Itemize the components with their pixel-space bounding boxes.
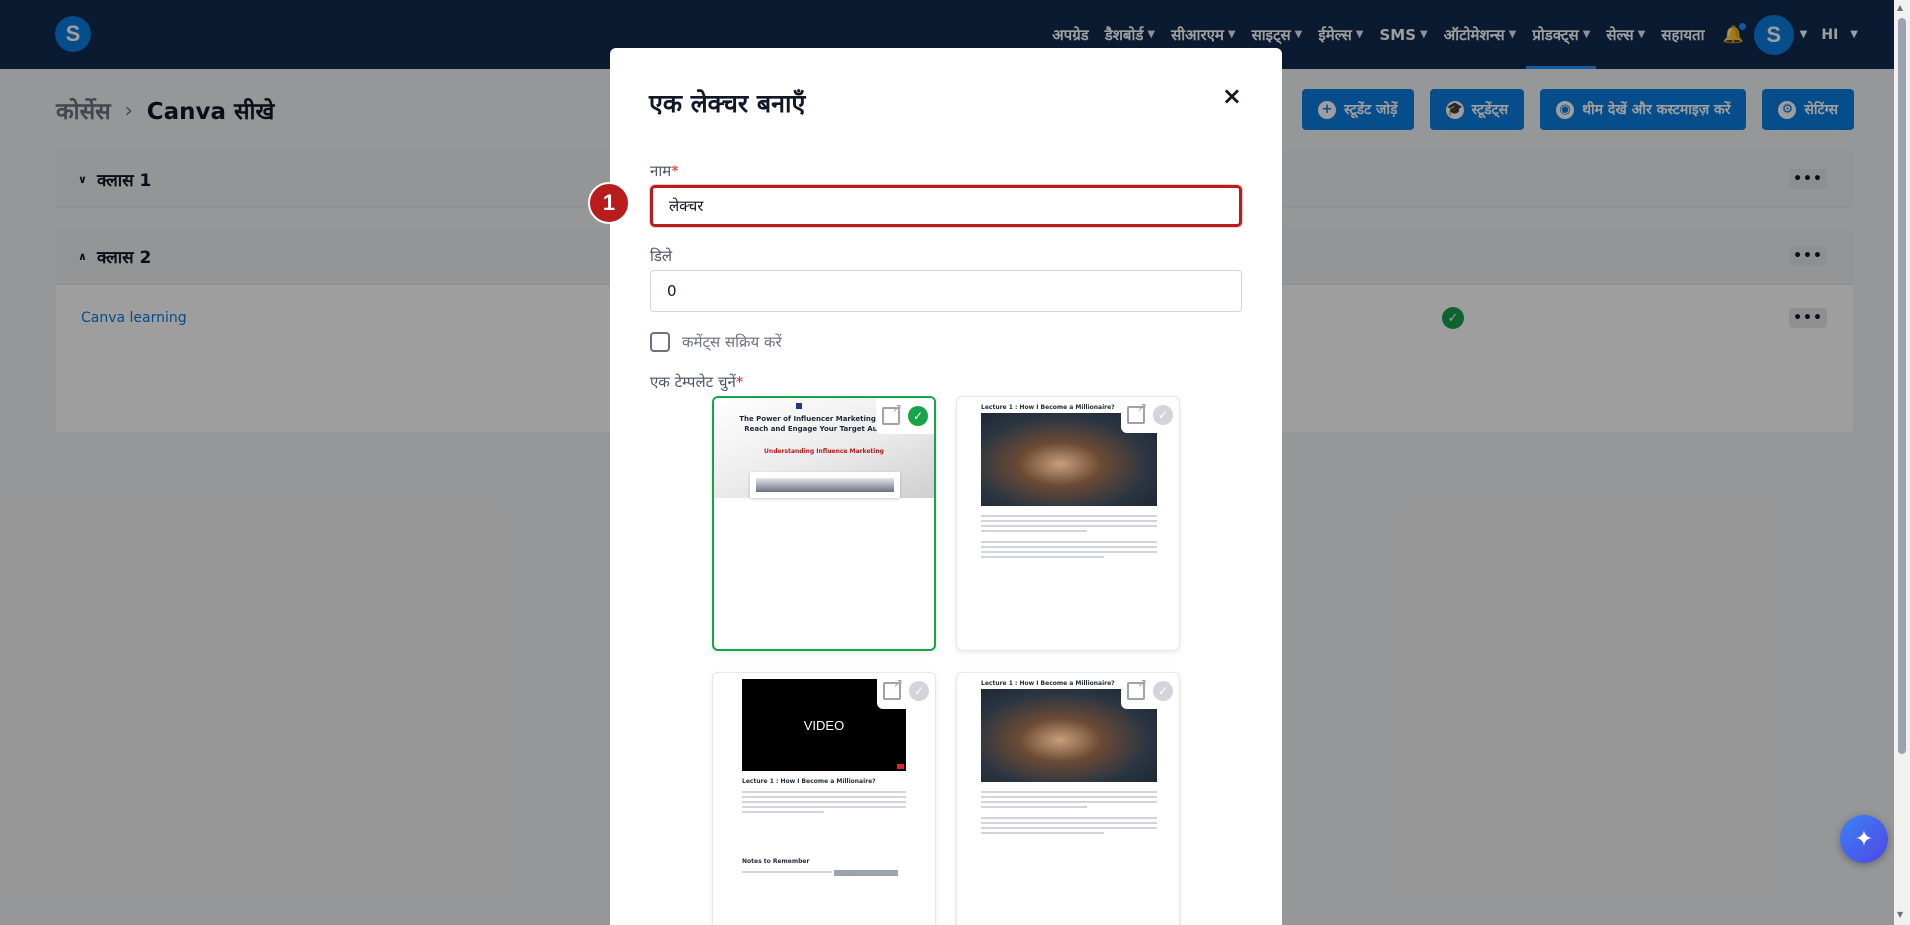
template-heading: Lecture 1 : How I Become a Millionaire? xyxy=(981,404,1115,411)
modal-title: एक लेक्चर बनाएँ xyxy=(649,89,806,118)
comments-label: कमेंट्स सक्रिय करें xyxy=(682,333,782,351)
template-actions: ✓ xyxy=(1121,673,1179,709)
template-notes-heading: Notes to Remember xyxy=(742,858,810,865)
required-mark: * xyxy=(671,162,679,180)
step-badge: 1 xyxy=(588,182,630,224)
template-text-lines xyxy=(981,515,1157,561)
selected-check-icon[interactable]: ✓ xyxy=(908,406,928,426)
check-icon[interactable]: ✓ xyxy=(1153,405,1173,425)
delay-field-label: डिले xyxy=(650,247,673,265)
scrollbar-thumb[interactable] xyxy=(1898,18,1906,754)
page-scrollbar[interactable]: ▲ ▼ xyxy=(1894,0,1910,925)
template-label-text: एक टेम्पलेट चुनें xyxy=(650,373,736,391)
comments-toggle-row: कमेंट्स सक्रिय करें xyxy=(650,332,782,352)
check-icon[interactable]: ✓ xyxy=(909,681,929,701)
template-notes-line xyxy=(742,871,832,876)
external-link-icon[interactable] xyxy=(1127,400,1147,424)
template-subheading: Understanding Influence Marketing xyxy=(764,448,884,455)
template-preview-frame xyxy=(750,472,900,498)
name-field-label: नाम* xyxy=(650,161,679,181)
template-card[interactable]: Lecture 1 : How I Become a Millionaire? … xyxy=(956,672,1180,925)
delay-input[interactable]: 0 xyxy=(650,270,1242,312)
template-heading: Lecture 1 : How I Become a Millionaire? xyxy=(742,778,876,785)
create-lecture-modal: एक लेक्चर बनाएँ × नाम* लेक्चर 1 डिले 0 क… xyxy=(588,48,1282,925)
template-field-label: एक टेम्पलेट चुनें* xyxy=(650,372,743,392)
template-logo-icon xyxy=(796,403,802,409)
template-text-lines xyxy=(742,791,906,816)
record-icon xyxy=(897,764,904,769)
template-card[interactable]: The Power of Influencer Marketing: How t… xyxy=(712,396,936,651)
template-actions: ✓ xyxy=(877,673,935,709)
scroll-up-icon[interactable]: ▲ xyxy=(1897,3,1903,12)
template-text-lines xyxy=(981,791,1157,837)
name-label-text: नाम xyxy=(650,162,672,180)
template-preview-bar xyxy=(756,478,894,492)
required-mark: * xyxy=(735,373,744,391)
external-link-icon[interactable] xyxy=(883,676,903,700)
name-input[interactable]: लेक्चर xyxy=(650,185,1242,227)
video-label: VIDEO xyxy=(803,717,845,733)
template-actions: ✓ xyxy=(1121,397,1179,433)
close-icon[interactable]: × xyxy=(1222,82,1242,110)
template-actions: ✓ xyxy=(876,398,934,434)
comments-checkbox[interactable] xyxy=(650,332,670,352)
template-card[interactable]: VIDEO Lecture 1 : How I Become a Million… xyxy=(712,672,936,925)
check-icon[interactable]: ✓ xyxy=(1153,681,1173,701)
template-card[interactable]: Lecture 1 : How I Become a Millionaire? … xyxy=(956,396,1180,651)
ai-assistant-button[interactable]: ✦ xyxy=(1840,815,1888,863)
scroll-down-icon[interactable]: ▼ xyxy=(1897,910,1903,919)
template-notes-image xyxy=(834,870,898,876)
external-link-icon[interactable] xyxy=(1127,676,1147,700)
external-link-icon[interactable] xyxy=(882,401,902,425)
template-heading: Lecture 1 : How I Become a Millionaire? xyxy=(981,680,1115,687)
